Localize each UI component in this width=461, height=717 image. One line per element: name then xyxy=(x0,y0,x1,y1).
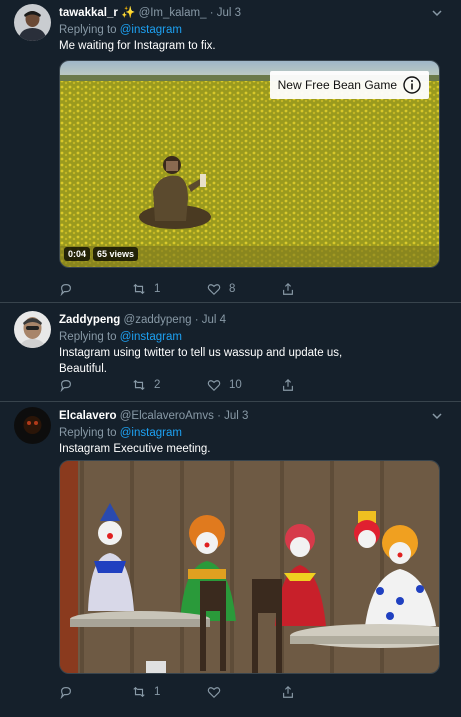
video-player[interactable]: New Free Bean Game 0:04 65 views xyxy=(59,60,440,268)
tweet-text-line-2: Beautiful. xyxy=(59,363,107,375)
like-icon xyxy=(207,380,221,392)
tweet-2[interactable]: Zaddypeng @zaddypeng · Jul 4 Replying to… xyxy=(0,303,461,402)
tweet-actions: 2 10 xyxy=(59,377,359,393)
mention-link[interactable]: @instagram xyxy=(120,24,182,36)
display-name[interactable]: Elcalavero xyxy=(59,410,117,422)
tweet-header: tawakkal_r ✨ @Im_kalam_ · Jul 3 xyxy=(59,4,447,22)
video-duration: 0:04 xyxy=(64,247,91,261)
share-button[interactable] xyxy=(281,281,295,297)
video-views: 65 views xyxy=(93,247,139,261)
reply-icon xyxy=(60,687,71,699)
like-icon xyxy=(207,284,221,296)
reply-icon xyxy=(60,380,71,392)
chevron-down-icon[interactable] xyxy=(431,7,443,19)
timestamp[interactable]: Jul 4 xyxy=(202,314,226,326)
replying-label: Replying to xyxy=(59,24,117,36)
retweet-icon xyxy=(133,283,145,295)
retweet-button[interactable]: 1 xyxy=(132,684,160,700)
tweet-header: Elcalavero @ElcalaveroAmvs · Jul 3 xyxy=(59,407,447,425)
replying-to: Replying to @instagram xyxy=(59,425,447,441)
separator: · xyxy=(209,7,214,19)
username[interactable]: @zaddypeng xyxy=(124,314,192,326)
like-button[interactable]: 10 xyxy=(207,377,242,393)
mention-link[interactable]: @instagram xyxy=(120,427,182,439)
retweet-count: 2 xyxy=(154,379,161,391)
username[interactable]: @Im_kalam_ xyxy=(139,7,207,19)
replying-label: Replying to xyxy=(59,427,117,439)
chevron-down-icon[interactable] xyxy=(431,410,443,422)
reply-button[interactable] xyxy=(59,281,73,297)
tweet-actions: 1 xyxy=(59,684,359,700)
like-icon xyxy=(207,687,221,699)
share-icon xyxy=(283,378,293,391)
tweet-image[interactable] xyxy=(59,460,440,674)
like-count: 8 xyxy=(229,283,236,295)
tweet-3[interactable]: Elcalavero @ElcalaveroAmvs · Jul 3 Reply… xyxy=(0,402,461,717)
replying-label: Replying to xyxy=(59,331,117,343)
avatar[interactable] xyxy=(14,4,51,41)
retweet-button[interactable]: 1 xyxy=(132,281,160,297)
avatar[interactable] xyxy=(14,311,51,348)
mention-link[interactable]: @instagram xyxy=(120,331,182,343)
retweet-icon xyxy=(133,379,145,391)
retweet-count: 1 xyxy=(154,686,161,698)
avatar[interactable] xyxy=(14,407,51,444)
info-icon[interactable] xyxy=(403,76,421,94)
like-button[interactable]: 8 xyxy=(207,281,235,297)
display-name[interactable]: Zaddypeng xyxy=(59,314,120,326)
retweet-button[interactable]: 2 xyxy=(132,377,160,393)
retweet-icon xyxy=(133,686,145,698)
timestamp[interactable]: Jul 3 xyxy=(217,7,241,19)
replying-to: Replying to @instagram xyxy=(59,329,447,345)
share-button[interactable] xyxy=(281,684,295,700)
tweet-actions: 1 8 xyxy=(59,281,359,297)
video-overlay-label: New Free Bean Game xyxy=(269,71,429,99)
tweet-1[interactable]: tawakkal_r ✨ @Im_kalam_ · Jul 3 Replying… xyxy=(0,0,461,303)
photo-clowns xyxy=(60,461,439,673)
replying-to: Replying to @instagram xyxy=(59,22,447,38)
share-icon xyxy=(283,282,293,295)
share-icon xyxy=(283,685,293,698)
share-button[interactable] xyxy=(281,377,295,393)
tweet-text: Me waiting for Instagram to fix. xyxy=(59,40,216,52)
reply-icon xyxy=(60,284,71,296)
timestamp[interactable]: Jul 3 xyxy=(224,410,248,422)
tweet-header: Zaddypeng @zaddypeng · Jul 4 xyxy=(59,311,447,329)
display-name[interactable]: tawakkal_r xyxy=(59,7,118,19)
tweet-text: Instagram Executive meeting. xyxy=(59,443,211,455)
overlay-text: New Free Bean Game xyxy=(277,78,397,92)
sparkles-emoji: ✨ xyxy=(121,7,136,19)
separator: · xyxy=(194,314,199,326)
like-button[interactable] xyxy=(207,684,229,700)
like-count: 10 xyxy=(229,379,242,391)
reply-button[interactable] xyxy=(59,377,73,393)
tweet-text-line-1: Instagram using twitter to tell us wassu… xyxy=(59,347,343,359)
username[interactable]: @ElcalaveroAmvs xyxy=(120,410,214,422)
separator: · xyxy=(217,410,221,422)
retweet-count: 1 xyxy=(154,283,161,295)
reply-button[interactable] xyxy=(59,684,73,700)
